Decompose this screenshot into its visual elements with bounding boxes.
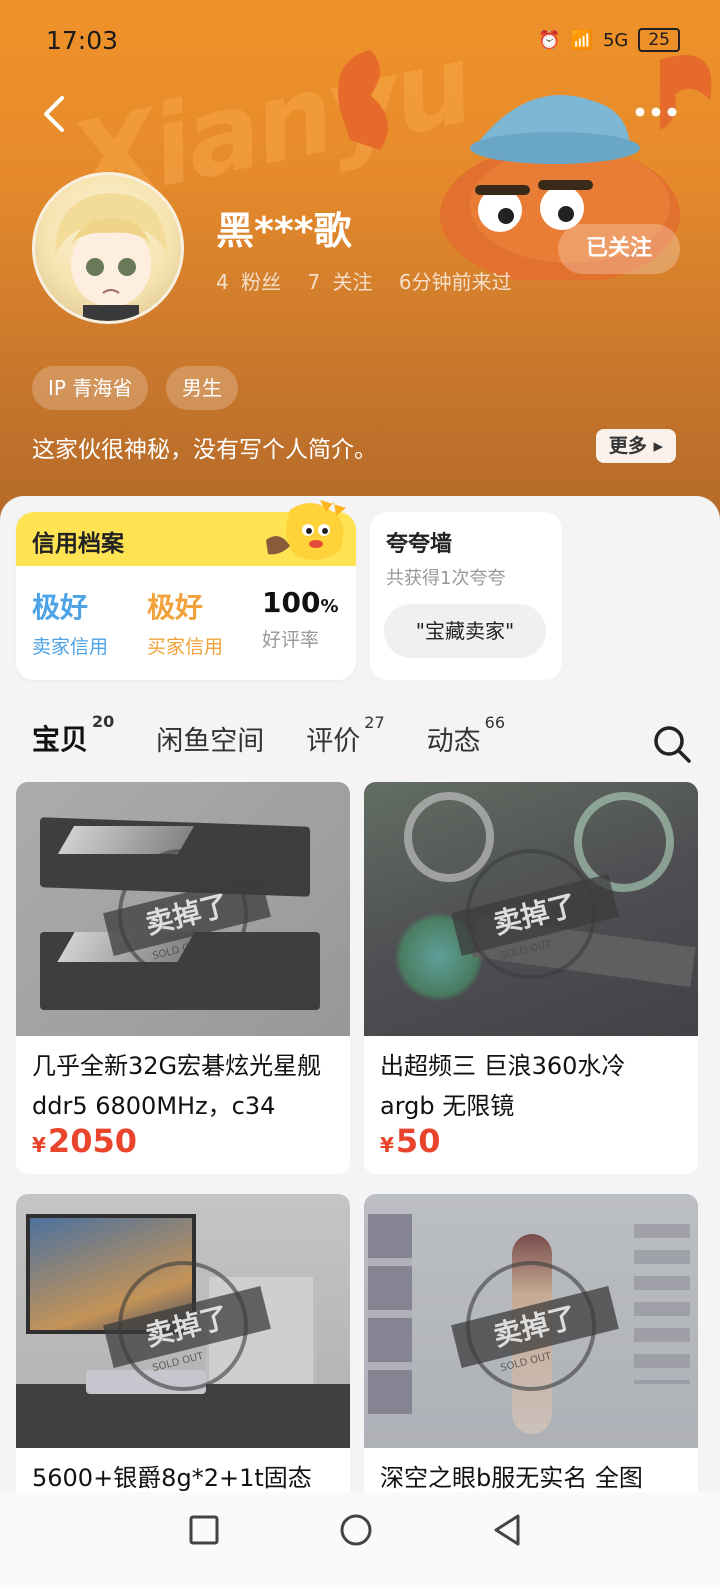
profile-header: Xianyu 17:03 ⏰ 📶 5G 25 黑***歌 4 粉丝 7 关注 6… <box>0 0 720 520</box>
tab-items-label: 宝贝 <box>32 723 89 756</box>
sold-out-stamp: 卖掉了 SOLD OUT <box>103 849 271 979</box>
buyer-credit-label: 买家信用 <box>147 636 224 658</box>
rating-unit: % <box>320 596 339 617</box>
ip-location-tag: IP 青海省 <box>32 366 149 410</box>
bio-more-label: 更多 <box>608 435 647 457</box>
praise-wall-subtitle: 共获得1次夸夸 <box>386 568 506 589</box>
tab-reviews[interactable]: 评价27 <box>306 713 384 758</box>
username: 黑***歌 <box>216 209 352 253</box>
product-image: 卖掉了 SOLD OUT <box>16 1194 350 1448</box>
tab-xianyu-space[interactable]: 闲鱼空间 <box>156 719 264 758</box>
status-time: 17:03 <box>46 26 119 55</box>
home-icon[interactable] <box>338 1512 374 1548</box>
profile-bio: 这家伙很神秘，没有写个人简介。 <box>32 437 377 463</box>
search-icon[interactable] <box>652 724 692 764</box>
product-card[interactable]: 卖掉了 SOLD OUT 几乎全新32G宏碁炫光星舰ddr5 6800MHz，c… <box>16 782 350 1174</box>
system-nav-bar <box>0 1492 720 1588</box>
product-title: 出超频三 巨浪360水冷 argb 无限镜 <box>380 1052 626 1120</box>
praise-wall-card[interactable]: 夸夸墙 共获得1次夸夸 "宝藏卖家" <box>370 512 562 680</box>
fans-count[interactable]: 4 粉丝 <box>216 270 281 294</box>
credit-card-body: 极好 卖家信用 极好 买家信用 100% 好评率 <box>16 566 356 680</box>
product-card[interactable]: 卖掉了 SOLD OUT 深空之眼b服无实名 全图 <box>364 1194 698 1514</box>
caret-right-icon: ▸ <box>646 435 664 457</box>
status-bar: 17:03 ⏰ 📶 5G 25 <box>0 22 720 62</box>
fish-mascot-icon <box>266 500 346 560</box>
praise-wall-title: 夸夸墙 <box>386 532 453 557</box>
product-title: 深空之眼b服无实名 全图 <box>380 1464 643 1492</box>
product-card[interactable]: 卖掉了 SOLD OUT 5600+银爵8g*2+1t固态 <box>16 1194 350 1514</box>
buyer-credit: 极好 买家信用 <box>147 586 223 659</box>
positive-rating: 100% 好评率 <box>262 586 339 652</box>
rating-value: 100 <box>262 586 321 619</box>
product-image: 卖掉了 SOLD OUT <box>364 1194 698 1448</box>
back-arrow-icon[interactable] <box>36 92 72 136</box>
product-card[interactable]: 卖掉了 SOLD OUT 出超频三 巨浪360水冷 argb 无限镜 ¥50 <box>364 782 698 1174</box>
profile-tabs: 宝贝20 闲鱼空间 评价27 动态66 <box>29 712 547 758</box>
product-image: 卖掉了 SOLD OUT <box>16 782 350 1036</box>
buyer-credit-value: 极好 <box>147 591 204 624</box>
price-value: 50 <box>395 1122 441 1160</box>
currency-symbol: ¥ <box>380 1133 394 1157</box>
follow-button[interactable]: 已关注 <box>558 224 680 274</box>
battery-indicator: 25 <box>638 28 680 52</box>
back-triangle-icon[interactable] <box>490 1512 524 1548</box>
sold-out-stamp: 卖掉了 SOLD OUT <box>103 1261 271 1391</box>
recent-apps-icon[interactable] <box>188 1514 220 1546</box>
sold-out-stamp: 卖掉了 SOLD OUT <box>451 1261 619 1391</box>
product-price: ¥50 <box>364 1122 698 1160</box>
wifi-icon: 📶 <box>570 29 593 51</box>
tab-items-count: 20 <box>92 711 115 731</box>
price-value: 2050 <box>47 1122 137 1160</box>
rating-label: 好评率 <box>262 629 320 651</box>
avatar[interactable] <box>32 172 184 324</box>
product-image: 卖掉了 SOLD OUT <box>364 782 698 1036</box>
seller-credit-label: 卖家信用 <box>32 636 109 658</box>
seller-credit-value: 极好 <box>32 591 89 624</box>
tab-feed-label: 动态 <box>426 726 481 757</box>
product-title: 几乎全新32G宏碁炫光星舰ddr5 6800MHz，c34 <box>32 1052 322 1120</box>
profile-stats: 4 粉丝 7 关注 6分钟前来过 <box>216 266 526 295</box>
gender-tag: 男生 <box>166 366 238 410</box>
sold-out-stamp: 卖掉了 SOLD OUT <box>451 849 619 979</box>
bio-more-button[interactable]: 更多 ▸ <box>596 429 676 463</box>
following-count[interactable]: 7 关注 <box>307 270 372 294</box>
alarm-icon: ⏰ <box>538 29 561 51</box>
tab-reviews-label: 评价 <box>306 726 361 757</box>
tab-feed[interactable]: 动态66 <box>426 713 505 758</box>
status-icons: ⏰ 📶 5G 25 <box>538 28 680 52</box>
avatar-anime-character <box>55 193 167 321</box>
tab-space-label: 闲鱼空间 <box>156 726 265 757</box>
last-seen: 6分钟前来过 <box>398 270 512 294</box>
praise-badge: "宝藏卖家" <box>384 604 546 658</box>
tab-reviews-count: 27 <box>364 713 385 732</box>
product-title: 5600+银爵8g*2+1t固态 <box>32 1464 312 1492</box>
seller-credit: 极好 卖家信用 <box>32 586 108 659</box>
tab-items[interactable]: 宝贝20 <box>29 712 114 758</box>
product-price: ¥2050 <box>16 1122 350 1160</box>
more-dots-icon[interactable] <box>634 100 678 124</box>
credit-title: 信用档案 <box>32 531 124 557</box>
network-label: 5G <box>602 29 629 51</box>
tab-feed-count: 66 <box>484 713 505 732</box>
currency-symbol: ¥ <box>32 1133 46 1157</box>
